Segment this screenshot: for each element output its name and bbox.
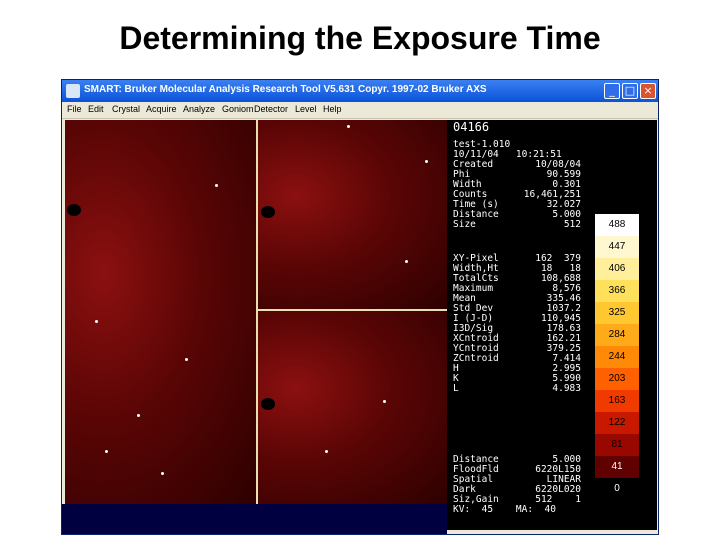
header-row: Created 10/08/04 <box>453 159 581 170</box>
menu-bar: File Edit Crystal Acquire Analyze Goniom… <box>62 102 658 119</box>
menu-acquire[interactable]: Acquire <box>146 104 177 114</box>
detector-row: Siz,Gain 512 1 <box>453 494 581 505</box>
menu-level[interactable]: Level <box>295 104 317 114</box>
smart-window: SMART: Bruker Molecular Analysis Researc… <box>61 79 659 535</box>
diffraction-spot <box>347 125 350 128</box>
stats-row: I3D/Sig 178.63 <box>453 323 581 334</box>
colorbar-level[interactable]: 81 <box>595 434 639 456</box>
stats-row: TotalCts 108,688 <box>453 273 581 284</box>
menu-help[interactable]: Help <box>323 104 342 114</box>
diffraction-image[interactable] <box>65 120 447 504</box>
colorbar-level[interactable]: 0 <box>595 478 639 500</box>
menu-edit[interactable]: Edit <box>88 104 104 114</box>
frame-divider <box>256 309 447 311</box>
maximize-button[interactable]: □ <box>622 83 638 99</box>
colorbar-level[interactable]: 41 <box>595 456 639 478</box>
colorbar-level[interactable]: 122 <box>595 412 639 434</box>
beamstop-shadow <box>261 398 275 410</box>
colorbar-level[interactable]: 366 <box>595 280 639 302</box>
diffraction-spot <box>425 160 428 163</box>
window-title: SMART: Bruker Molecular Analysis Researc… <box>84 84 487 95</box>
title-bar[interactable]: SMART: Bruker Molecular Analysis Researc… <box>62 80 658 102</box>
diffraction-spot <box>105 450 108 453</box>
colorbar-level[interactable]: 163 <box>595 390 639 412</box>
stats-row: H 2.995 <box>453 363 581 374</box>
stats-row: XY-Pixel 162 379 <box>453 253 581 264</box>
frame-divider <box>256 120 258 504</box>
header-row: Time (s) 32.027 <box>453 199 581 210</box>
stats-row: YCntroid 379.25 <box>453 343 581 354</box>
diffraction-spot <box>185 358 188 361</box>
colorbar-level[interactable]: 406 <box>595 258 639 280</box>
stats-row: I (J-D) 110,945 <box>453 313 581 324</box>
frame-number: 04166 <box>453 120 490 134</box>
header-row: Width 0.301 <box>453 179 581 190</box>
stats-row: ZCntroid 7.414 <box>453 353 581 364</box>
close-button[interactable]: × <box>640 83 656 99</box>
stats-row: Width,Ht 18 18 <box>453 263 581 274</box>
frame-bottom-right[interactable] <box>258 311 447 504</box>
diffraction-spot <box>161 472 164 475</box>
diffraction-spot <box>215 184 218 187</box>
colorbar-level[interactable]: 244 <box>595 346 639 368</box>
minimize-button[interactable]: _ <box>604 83 620 99</box>
status-bar <box>62 504 447 534</box>
diffraction-spot <box>405 260 408 263</box>
frame-top-right[interactable] <box>258 120 447 309</box>
stats-row: Maximum 8,576 <box>453 283 581 294</box>
menu-goniom[interactable]: Goniom <box>222 104 254 114</box>
frame-large[interactable] <box>65 120 256 504</box>
colorbar-level[interactable]: 203 <box>595 368 639 390</box>
detector-row: Distance 5.000 <box>453 454 581 465</box>
header-row: Phi 90.599 <box>453 169 581 180</box>
detector-row: Spatial LINEAR <box>453 474 581 485</box>
menu-file[interactable]: File <box>67 104 82 114</box>
colorbar-level[interactable]: 447 <box>595 236 639 258</box>
frame-info-panel: 04166 test-1.010 10/11/04 10:21:51 Creat… <box>447 120 657 530</box>
stats-row: Mean 335.46 <box>453 293 581 304</box>
detector-row: FloodFld 6220L150 <box>453 464 581 475</box>
kv-ma-readout: KV: 45 MA: 40 <box>453 504 556 515</box>
colorbar-level[interactable]: 325 <box>595 302 639 324</box>
detector-row: Dark 6220L020 <box>453 484 581 495</box>
intensity-colorbar[interactable]: 488 447 406 366 325 284 244 203 163 122 … <box>595 214 639 500</box>
menu-detector[interactable]: Detector <box>254 104 288 114</box>
menu-crystal[interactable]: Crystal <box>112 104 140 114</box>
diffraction-spot <box>137 414 140 417</box>
diffraction-spot <box>383 400 386 403</box>
header-row: Counts 16,461,251 <box>453 189 581 200</box>
colorbar-level[interactable]: 284 <box>595 324 639 346</box>
stats-row: L 4.983 <box>453 383 581 394</box>
diffraction-spot <box>325 450 328 453</box>
header-row: Distance 5.000 <box>453 209 581 220</box>
beamstop-shadow <box>261 206 275 218</box>
menu-analyze[interactable]: Analyze <box>183 104 215 114</box>
stats-row: Std Dev 1037.2 <box>453 303 581 314</box>
stats-row: K 5.990 <box>453 373 581 384</box>
header-row: Size 512 <box>453 219 581 230</box>
diffraction-spot <box>95 320 98 323</box>
colorbar-level[interactable]: 488 <box>595 214 639 236</box>
beamstop-shadow <box>67 204 81 216</box>
stats-row: XCntroid 162.21 <box>453 333 581 344</box>
slide-title: Determining the Exposure Time <box>119 20 601 56</box>
app-icon <box>66 84 80 98</box>
